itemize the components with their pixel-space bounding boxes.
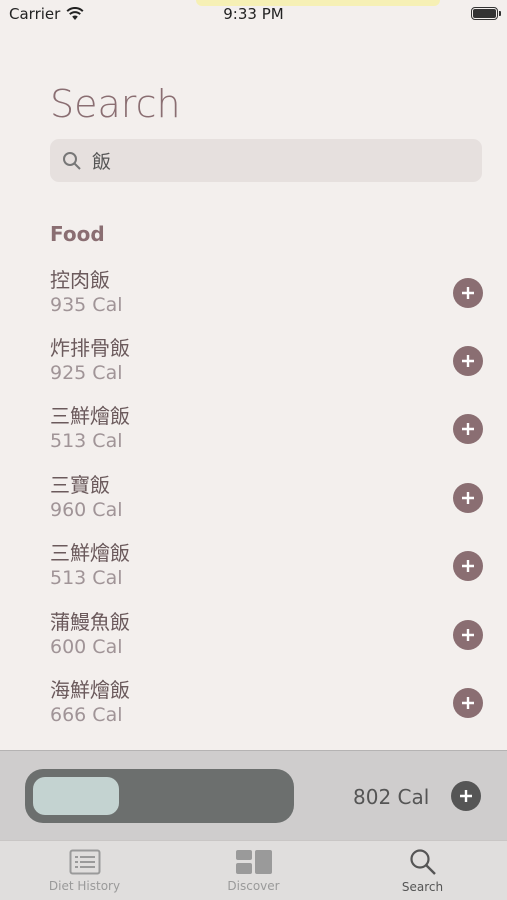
food-calories: 600 Cal [50,636,123,658]
list-item[interactable]: 三鮮燴飯 513 Cal [0,396,507,464]
calorie-progress-fill [33,777,120,815]
list-item[interactable]: 三鮮燴飯 513 Cal [0,533,507,601]
food-name: 三鮮燴飯 [50,404,130,428]
calorie-progress-bar[interactable] [25,769,294,823]
food-list[interactable]: 控肉飯 935 Cal 炸排骨飯 925 Cal 三鮮燴飯 513 Cal 三寶… [0,260,507,750]
food-calories: 925 Cal [50,362,123,384]
search-query: 飯 [92,151,112,173]
add-food-button[interactable] [453,688,483,718]
plus-icon [462,287,474,299]
tab-bar: Diet History Discover Search [0,840,507,900]
food-calories: 960 Cal [50,499,123,521]
list-item[interactable]: 控肉飯 935 Cal [0,260,507,328]
search-icon [63,151,81,170]
add-food-button[interactable] [453,278,483,308]
tab-search[interactable]: Search [338,841,507,900]
calorie-summary-bar: 802 Cal [0,750,507,840]
list-item[interactable]: 海鮮燴飯 666 Cal [0,670,507,738]
search-icon [409,849,436,875]
list-item[interactable]: 三寶飯 960 Cal [0,465,507,533]
plus-icon [462,355,474,367]
plus-icon [462,697,474,709]
food-name: 控肉飯 [50,268,110,292]
plus-icon [462,423,474,435]
add-food-button[interactable] [453,346,483,376]
list-icon [69,849,100,875]
food-name: 炸排骨飯 [50,336,130,360]
battery-icon [471,7,501,20]
plus-icon [462,560,474,572]
grid-icon [235,850,272,874]
tab-discover[interactable]: Discover [169,841,338,900]
plus-icon [462,492,474,504]
food-calories: 513 Cal [50,430,123,452]
tab-diet-history[interactable]: Diet History [0,841,169,900]
food-name: 蒲鰻魚飯 [50,610,130,634]
food-name: 海鮮燴飯 [50,678,130,702]
search-input[interactable]: 飯 [50,139,482,182]
page-title: Search [50,82,181,126]
food-name: 三鮮燴飯 [50,541,130,565]
add-food-button[interactable] [453,620,483,650]
tab-label: Discover [227,879,280,893]
food-calories: 666 Cal [50,704,123,726]
clock: 9:33 PM [223,5,284,23]
add-food-button[interactable] [453,483,483,513]
food-name: 三寶飯 [50,473,110,497]
list-item[interactable]: 蒲鰻魚飯 600 Cal [0,602,507,670]
add-food-button[interactable] [453,414,483,444]
tab-label: Search [401,880,444,894]
total-calories: 802 Cal [353,785,430,809]
add-food-button[interactable] [453,551,483,581]
food-calories: 513 Cal [50,567,123,589]
food-calories: 935 Cal [50,294,123,316]
list-item[interactable]: 炸排骨飯 925 Cal [0,328,507,396]
plus-icon [462,629,474,641]
add-meal-button[interactable] [451,781,481,811]
tab-label: Diet History [48,879,121,893]
plus-icon [460,790,472,802]
section-header-food: Food [50,222,105,246]
status-bar: Carrier 9:33 PM [0,0,507,28]
